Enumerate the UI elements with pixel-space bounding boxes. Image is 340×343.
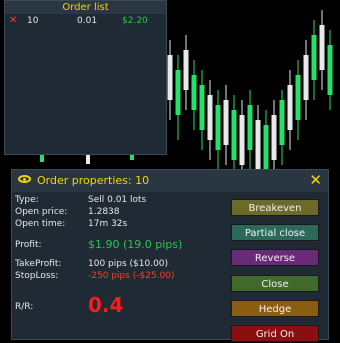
candle-body — [327, 45, 333, 95]
candle-body — [215, 105, 221, 150]
profit-value: $1.90 (19.0 pips) — [88, 238, 183, 251]
order-list-panel: Order list ✕ 10 0.01 $2.20 — [4, 0, 167, 155]
open-price-label: Open price: — [15, 207, 68, 217]
candle-body — [279, 100, 285, 145]
candle-body — [295, 75, 301, 120]
rr-value: 0.4 — [88, 293, 124, 317]
takeprofit-value: 100 pips ($10.00) — [88, 259, 169, 269]
open-price-value: 1.2838 — [88, 207, 120, 217]
candle-body — [239, 115, 245, 165]
order-properties-panel: Order properties: 10 ✕ Type: Sell 0.01 l… — [11, 169, 329, 342]
profit-label: Profit: — [15, 240, 42, 250]
order-id: 10 — [27, 16, 39, 26]
open-time-label: Open time: — [15, 219, 66, 229]
candle-body — [319, 25, 325, 70]
candle-body — [191, 75, 197, 110]
breakeven-button[interactable]: Breakeven — [231, 199, 319, 216]
candle-body — [263, 125, 269, 175]
candle-body — [303, 55, 309, 100]
close-order-icon[interactable]: ✕ — [9, 14, 17, 28]
takeprofit-label: TakeProfit: — [15, 259, 62, 269]
rr-label: R/R: — [15, 302, 34, 312]
candle-body — [271, 115, 277, 160]
order-properties-header: Order properties: 10 ✕ — [12, 170, 328, 192]
candle-body — [231, 110, 237, 160]
order-properties-title: Order properties: 10 — [37, 174, 150, 187]
close-button[interactable]: Close — [231, 275, 319, 292]
partial-close-button[interactable]: Partial close — [231, 224, 319, 241]
candle-body — [287, 85, 293, 130]
order-profit: $2.20 — [122, 16, 148, 26]
eye-icon — [18, 175, 31, 183]
candle-body — [199, 85, 205, 130]
type-label: Type: — [15, 195, 39, 205]
candle-body — [223, 100, 229, 145]
candle-body — [183, 50, 189, 90]
open-time-value: 17m 32s — [88, 219, 128, 229]
stoploss-value: -250 pips (-$25.00) — [88, 271, 175, 281]
order-row[interactable]: ✕ 10 0.01 $2.20 — [5, 14, 166, 28]
stoploss-label: StopLoss: — [15, 271, 59, 281]
grid-on-button[interactable]: Grid On — [231, 325, 319, 342]
hedge-button[interactable]: Hedge — [231, 300, 319, 317]
candle-body — [207, 95, 213, 140]
close-icon[interactable]: ✕ — [309, 171, 322, 189]
reverse-button[interactable]: Reverse — [231, 249, 319, 266]
candle-body — [255, 120, 261, 170]
candle-body — [247, 105, 253, 150]
candle-body — [311, 35, 317, 80]
type-value: Sell 0.01 lots — [88, 195, 147, 205]
order-lots: 0.01 — [77, 16, 98, 26]
candle-body — [167, 55, 173, 100]
order-list-title: Order list — [5, 1, 166, 14]
candle-body — [175, 70, 181, 115]
